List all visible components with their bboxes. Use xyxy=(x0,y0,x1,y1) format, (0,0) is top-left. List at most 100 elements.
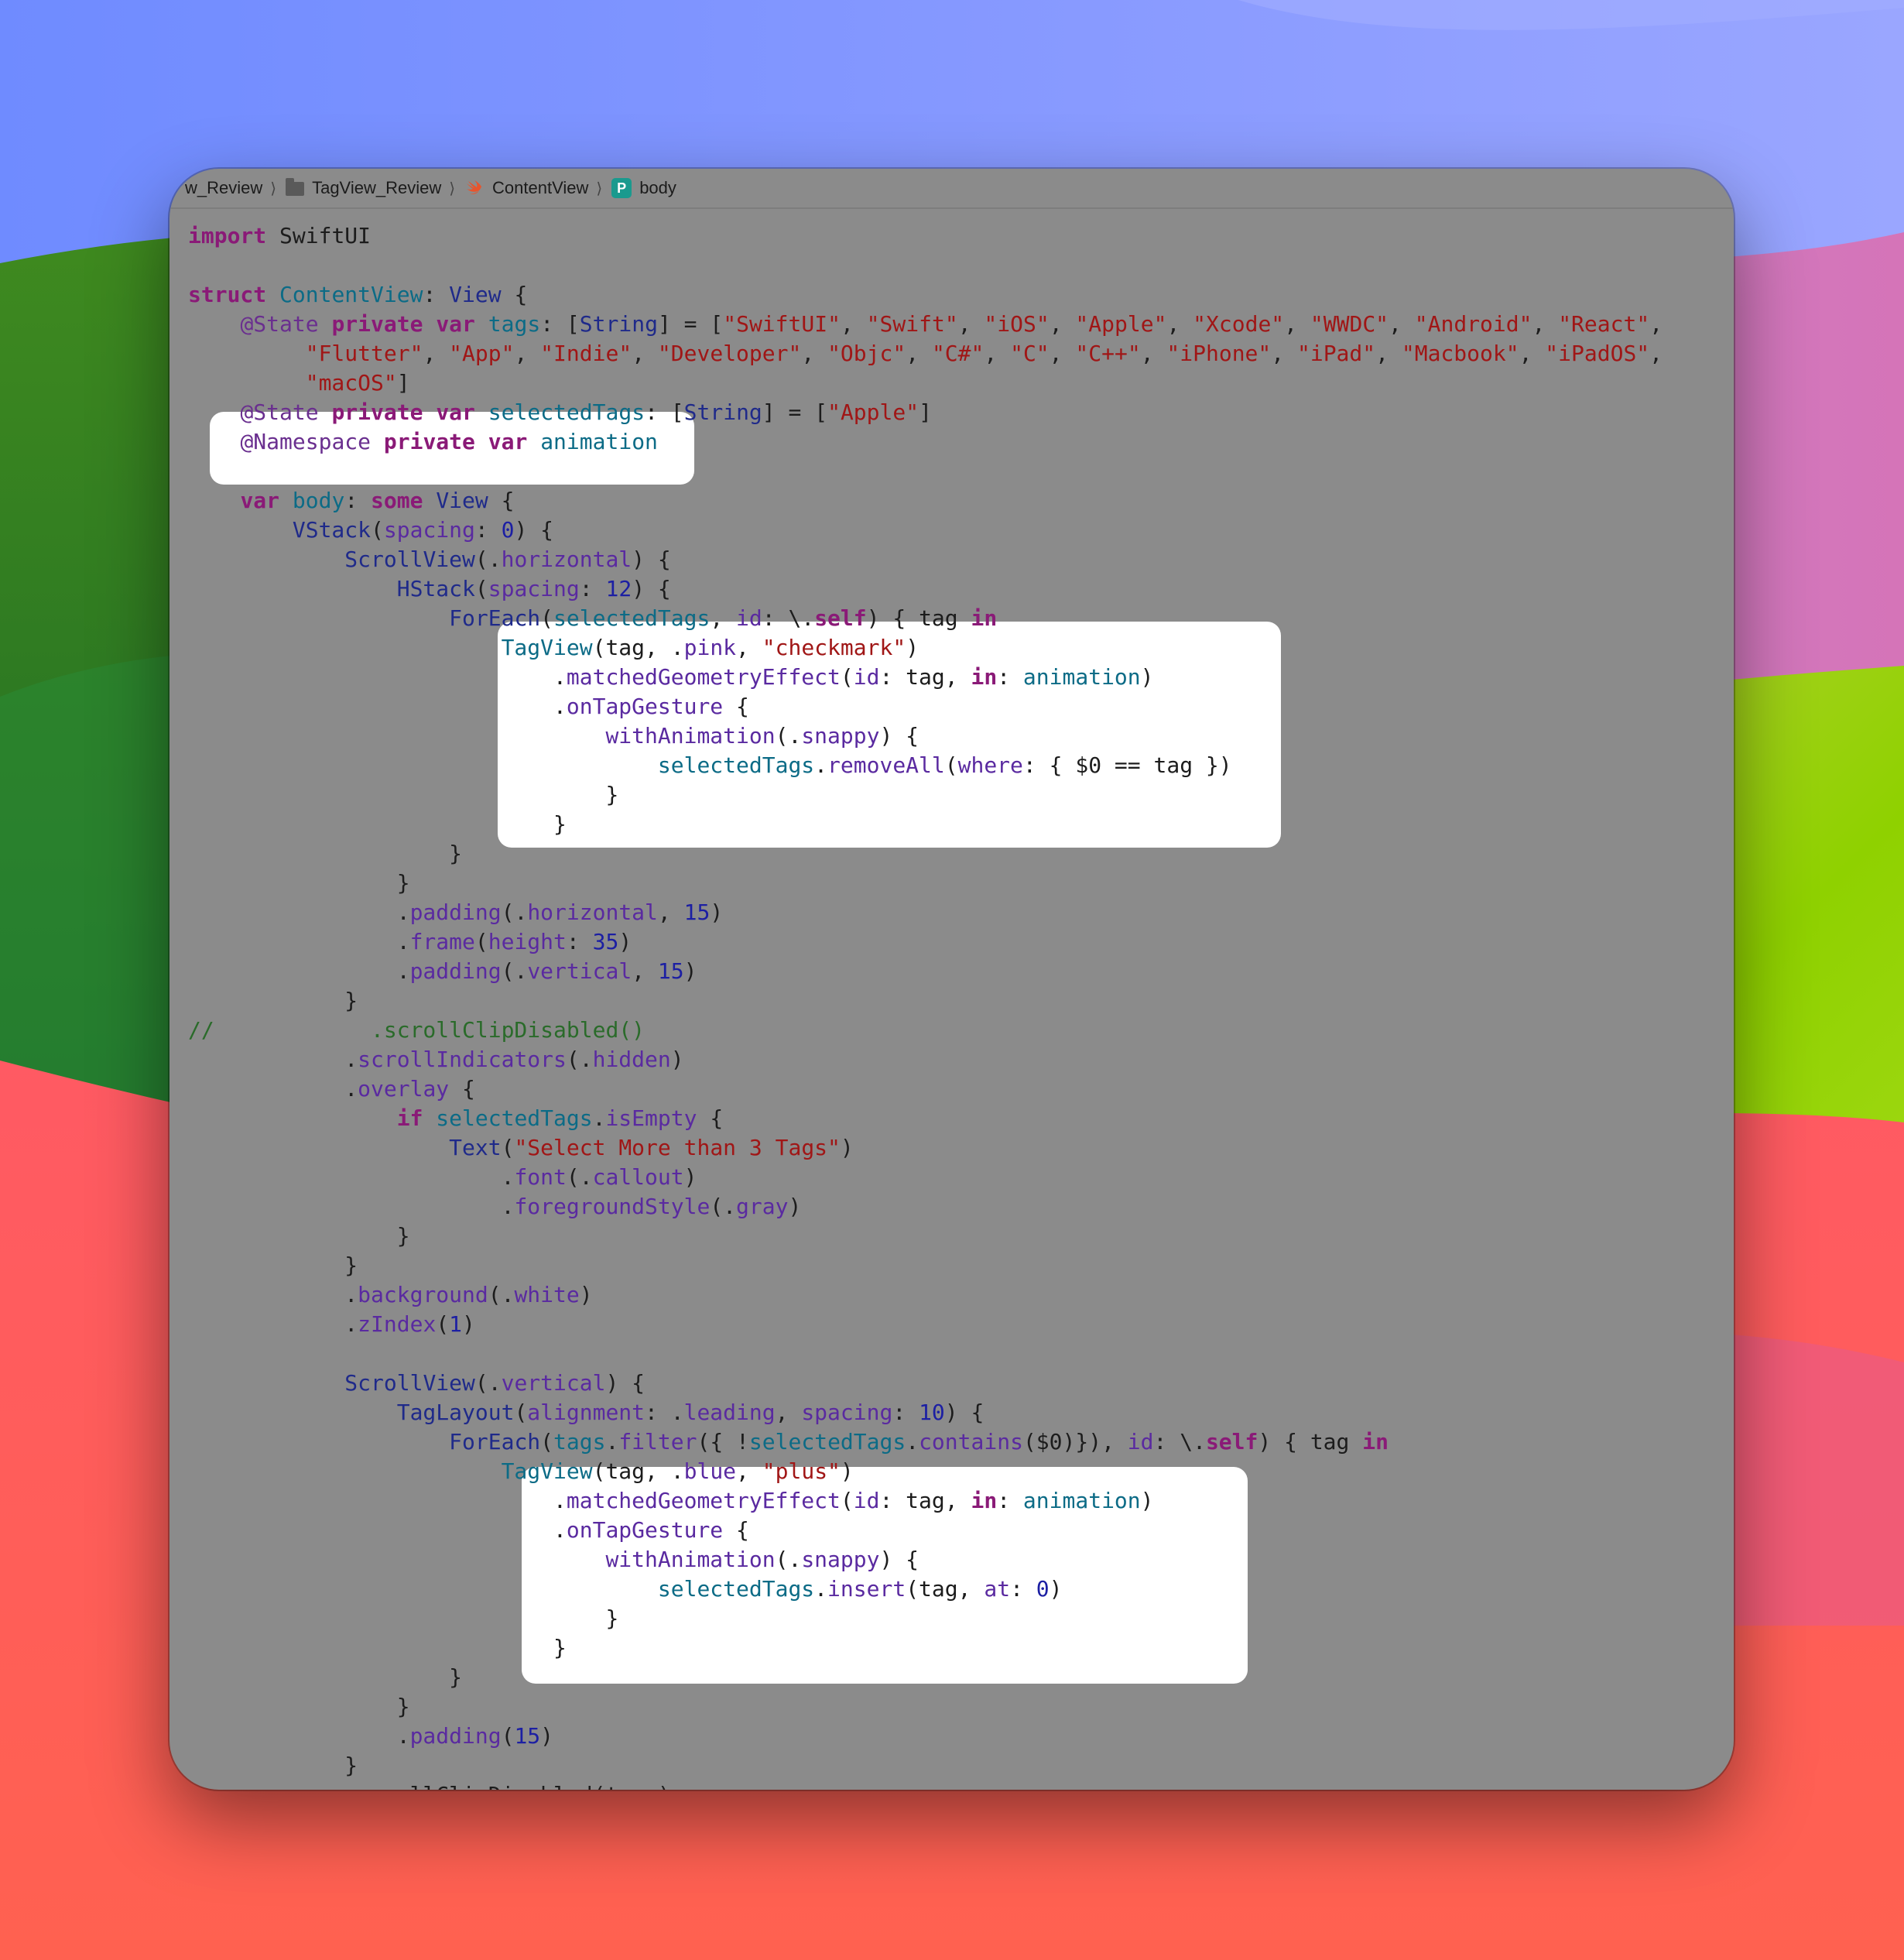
code-token: animation xyxy=(1022,1488,1141,1513)
code-token: 0 xyxy=(501,517,515,543)
code-token: : xyxy=(1010,1576,1036,1602)
code-token: . xyxy=(605,1429,619,1455)
code-token: String xyxy=(683,399,762,425)
code-line: selectedTags.removeAll(where: { $0 == ta… xyxy=(188,751,1663,780)
code-line: .padding(.vertical, 15) xyxy=(188,957,1663,986)
chevron-right-icon: ⟩ xyxy=(596,180,603,197)
code-token: . xyxy=(188,1311,358,1337)
property-icon: P xyxy=(611,178,632,198)
code-token: onTapGesture xyxy=(566,1517,724,1543)
breadcrumb-item-folder[interactable]: TagView_Review xyxy=(286,178,441,198)
code-token: spacing xyxy=(488,576,580,601)
code-token: 35 xyxy=(592,929,619,954)
code-token: "plus" xyxy=(762,1458,841,1484)
code-token: , xyxy=(840,311,867,337)
code-token: var xyxy=(240,488,280,513)
code-token: } xyxy=(188,811,567,837)
code-token: contains xyxy=(919,1429,1023,1455)
code-token: selectedTags xyxy=(488,399,646,425)
code-token: ( xyxy=(436,1311,450,1337)
code-token: : xyxy=(997,664,1023,690)
code-token: , xyxy=(1049,341,1076,366)
code-token: TagView xyxy=(501,1458,593,1484)
code-token: } xyxy=(188,1753,358,1778)
code-token: } xyxy=(188,1223,410,1249)
code-token: var xyxy=(436,311,475,337)
code-token: horizontal xyxy=(501,547,632,572)
code-token: : xyxy=(566,929,593,954)
code-token: @Namespace xyxy=(240,429,372,454)
code-token: , xyxy=(1140,341,1167,366)
code-token: ( xyxy=(371,517,384,543)
code-token: tags xyxy=(488,311,541,337)
code-token: ) xyxy=(683,1164,697,1190)
code-token: isEmpty xyxy=(605,1105,697,1131)
code-token: . xyxy=(906,1429,919,1455)
code-token: "iPad" xyxy=(1296,341,1376,366)
code-token: { xyxy=(488,488,515,513)
code-token: . xyxy=(814,1576,828,1602)
code-token: 15 xyxy=(657,958,684,984)
code-editor[interactable]: import SwiftUI struct ContentView: View … xyxy=(188,221,1663,1790)
code-line: .background(.white) xyxy=(188,1280,1663,1310)
code-token: ContentView xyxy=(279,282,423,307)
breadcrumb-item-symbol[interactable]: P body xyxy=(611,178,676,198)
breadcrumb: w_Review ⟩ TagView_Review ⟩ ContentView … xyxy=(170,169,1734,209)
code-token: selectedTags xyxy=(436,1105,593,1131)
code-token: , xyxy=(1271,341,1297,366)
code-line: ScrollView(.vertical) { xyxy=(188,1369,1663,1398)
code-line: withAnimation(.snappy) { xyxy=(188,1545,1663,1575)
code-token: frame xyxy=(409,929,475,954)
code-token: 1 xyxy=(449,1311,463,1337)
code-token: "macOS" xyxy=(305,370,397,396)
code-line: } xyxy=(188,810,1663,839)
code-token: private xyxy=(331,399,423,425)
breadcrumb-item-file[interactable]: ContentView xyxy=(464,178,588,198)
code-token: : xyxy=(423,282,450,307)
code-line: selectedTags.insert(tag, at: 0) xyxy=(188,1575,1663,1604)
code-token: ) xyxy=(840,1135,854,1160)
code-token: ] = [ xyxy=(762,399,828,425)
code-token: self xyxy=(1205,1429,1258,1455)
code-line: // .scrollClipDisabled() xyxy=(188,1016,1663,1045)
code-token: ) xyxy=(462,1311,475,1337)
code-token: id xyxy=(853,1488,880,1513)
code-token: insert xyxy=(827,1576,906,1602)
code-token: ) xyxy=(840,1458,854,1484)
code-token: ScrollView xyxy=(344,547,475,572)
breadcrumb-item-project[interactable]: w_Review xyxy=(185,178,262,198)
code-token: where xyxy=(957,752,1023,778)
code-line: .zIndex(1) xyxy=(188,1310,1663,1339)
code-token: vertical xyxy=(527,958,632,984)
code-token: body xyxy=(292,488,345,513)
code-token: VStack xyxy=(292,517,372,543)
code-token: . xyxy=(188,958,410,984)
code-token: private xyxy=(331,311,423,337)
code-token: . xyxy=(188,1076,358,1102)
code-token: ) xyxy=(710,899,724,925)
code-token: ( xyxy=(474,929,488,954)
code-token: font xyxy=(514,1164,567,1190)
code-token: selectedTags xyxy=(657,1576,815,1602)
code-token: selectedTags xyxy=(748,1429,906,1455)
code-line: } xyxy=(188,869,1663,898)
code-token: ) xyxy=(1140,664,1154,690)
code-token: "React" xyxy=(1558,311,1650,337)
code-token: { xyxy=(501,282,528,307)
code-line: .frame(height: 35) xyxy=(188,927,1663,957)
code-token: "iPadOS" xyxy=(1545,341,1650,366)
code-token: in xyxy=(971,664,998,690)
code-token: . xyxy=(188,1517,567,1543)
code-token: id xyxy=(853,664,880,690)
